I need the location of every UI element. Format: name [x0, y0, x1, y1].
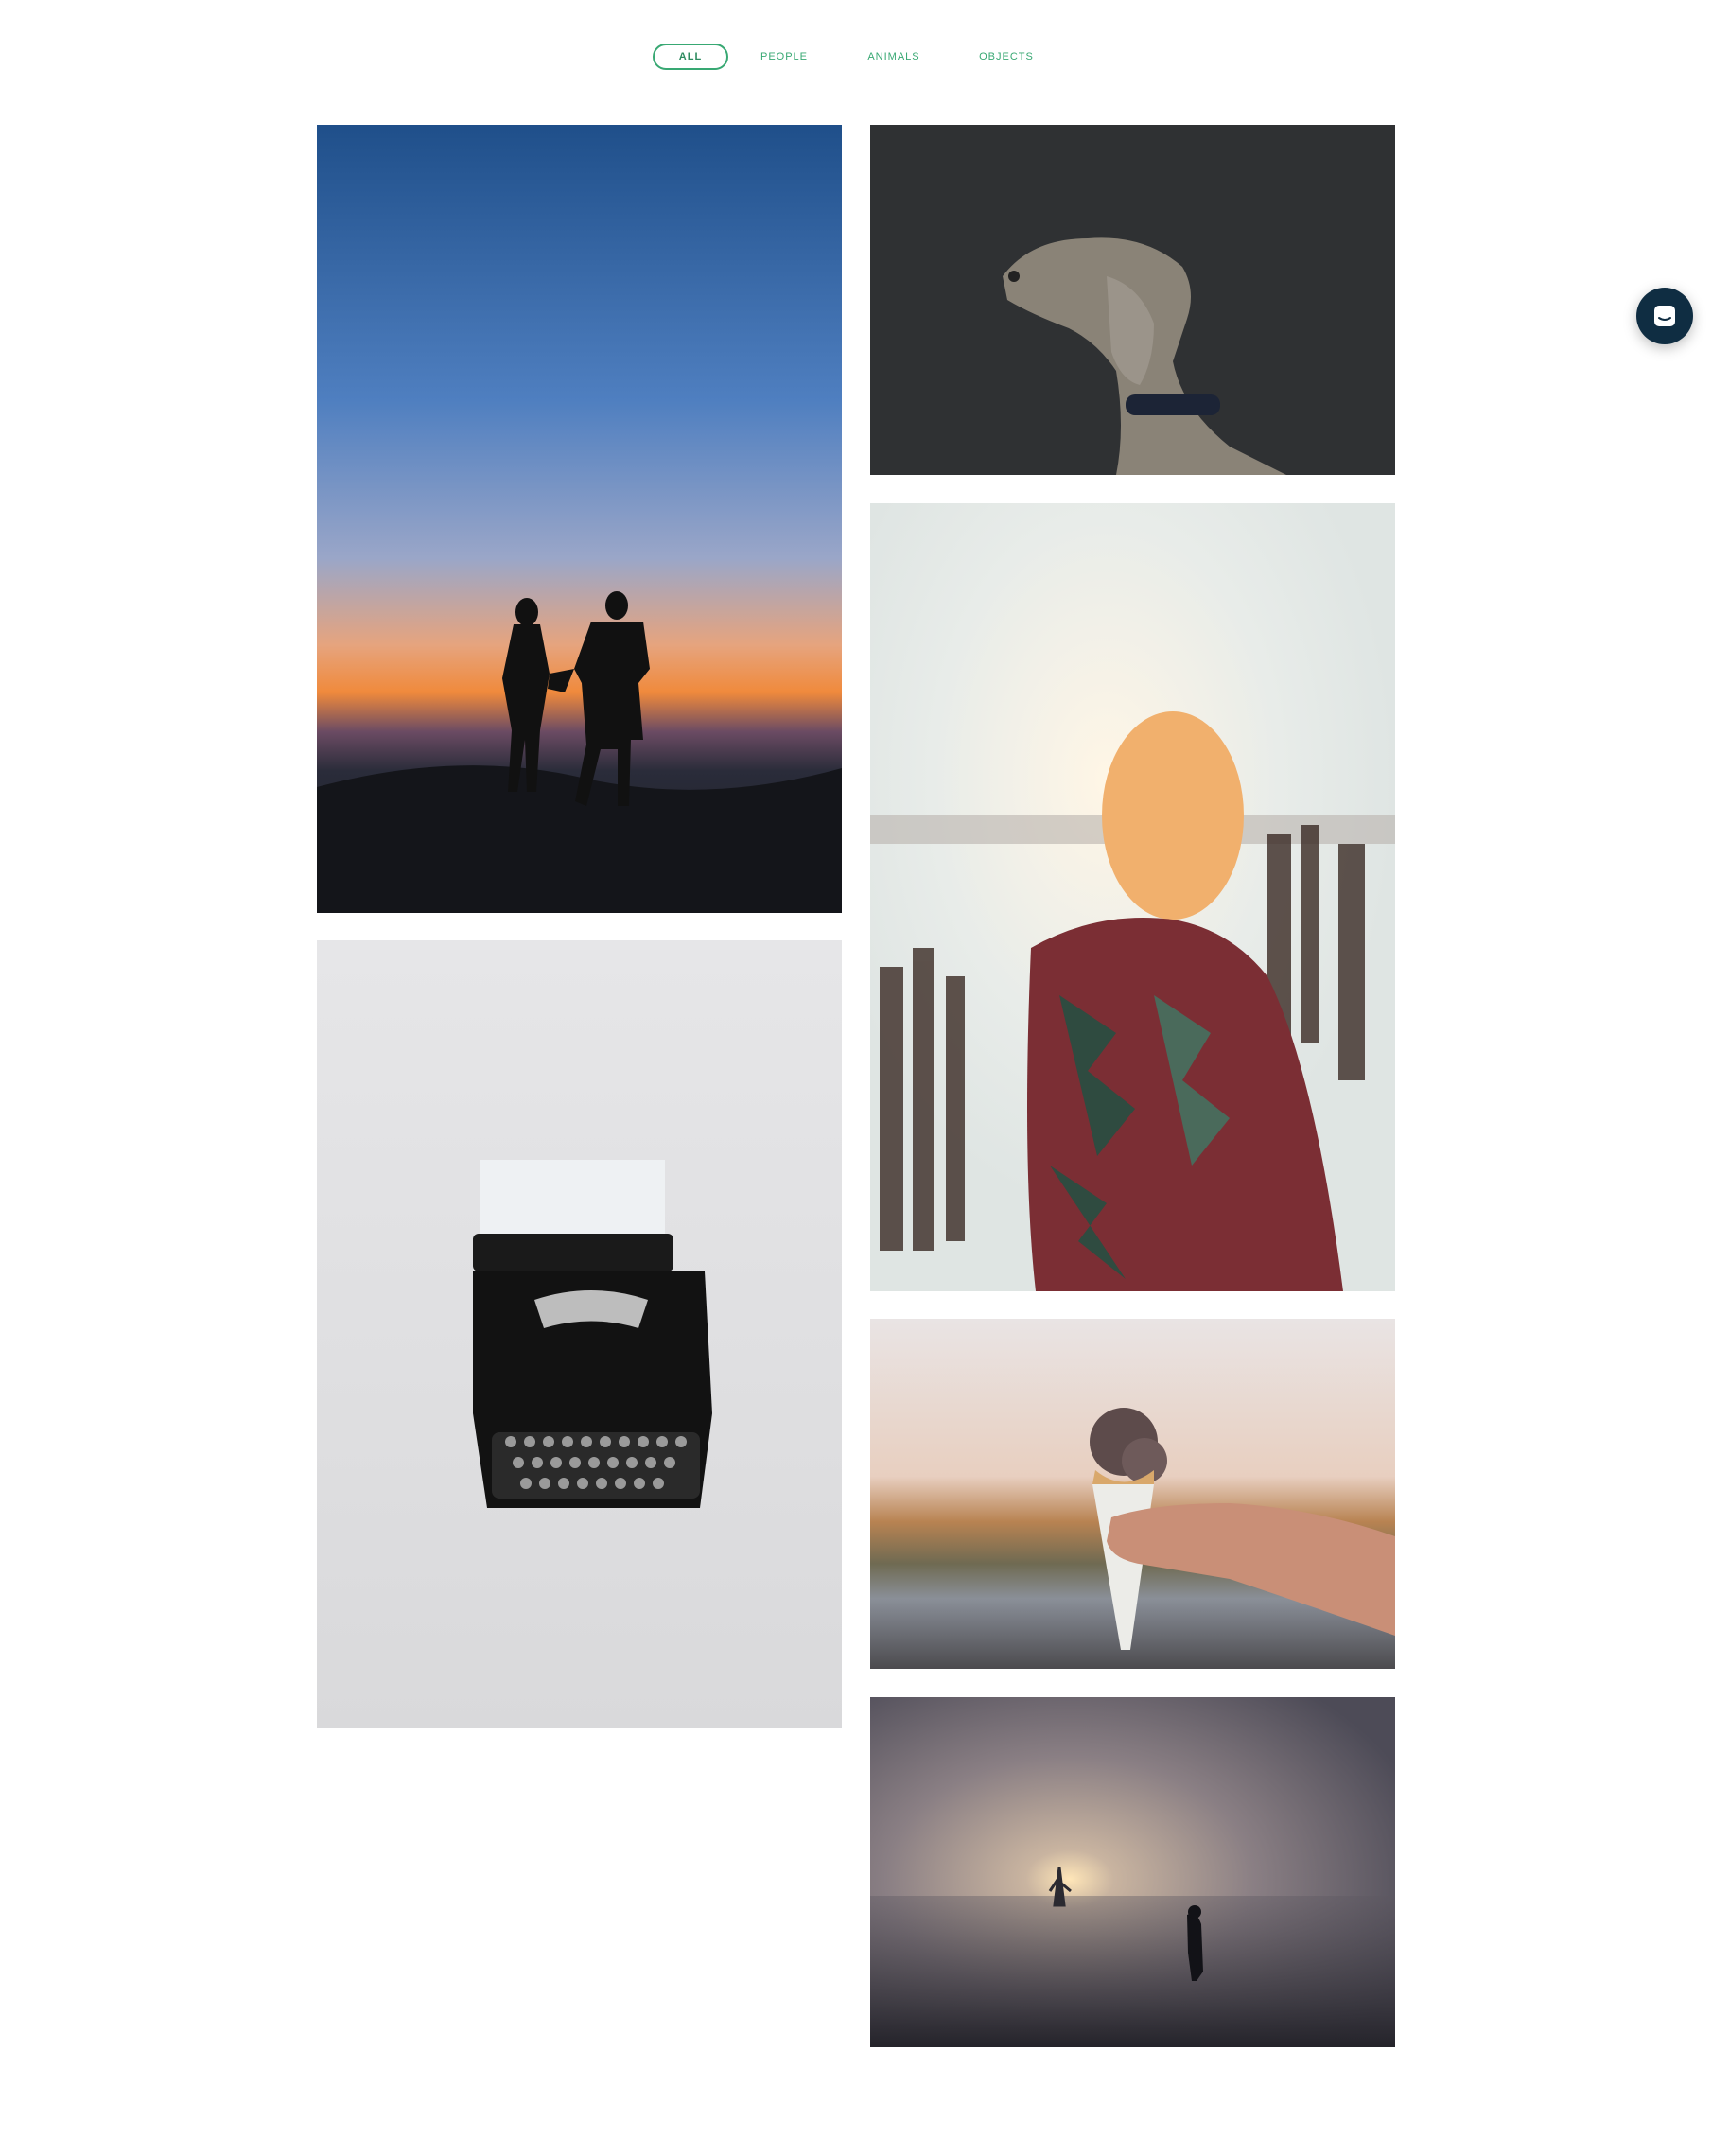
gallery-item-ice-cream[interactable] — [870, 1319, 1395, 1669]
dog-portrait-photo — [870, 125, 1395, 475]
filter-bar: ALL PEOPLE ANIMALS OBJECTS — [0, 44, 1712, 74]
gallery-item-woman-blanket[interactable] — [870, 503, 1395, 1291]
woman-blanket-sunlight-photo — [870, 503, 1395, 1291]
chat-launcher-button[interactable] — [1636, 288, 1693, 344]
typewriter-photo — [317, 940, 842, 1728]
gallery-item-couple-silhouette[interactable] — [317, 125, 842, 913]
filter-all[interactable]: ALL — [653, 44, 728, 70]
gallery-item-foggy-field[interactable] — [870, 1697, 1395, 2047]
foggy-field-sunrise-photo — [870, 1697, 1395, 2047]
filter-animals[interactable]: ANIMALS — [856, 44, 932, 70]
gallery-item-dog[interactable] — [870, 125, 1395, 475]
filter-objects[interactable]: OBJECTS — [970, 44, 1042, 70]
filter-people[interactable]: PEOPLE — [749, 44, 819, 70]
portfolio-page: ALL PEOPLE ANIMALS OBJECTS — [0, 0, 1712, 2156]
ice-cream-cone-photo — [870, 1319, 1395, 1669]
gallery-item-typewriter[interactable] — [317, 940, 842, 1728]
chat-bubble-icon — [1654, 306, 1675, 326]
couple-silhouette-sunset-photo — [317, 125, 842, 913]
